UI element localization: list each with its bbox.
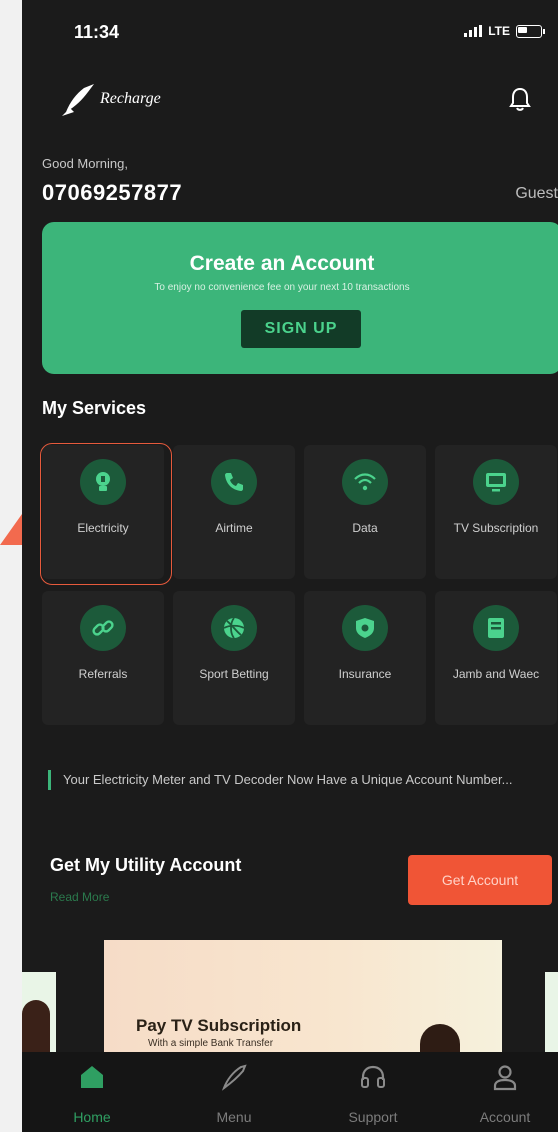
bell-icon[interactable] — [508, 86, 532, 112]
services-title: My Services — [42, 398, 147, 418]
greeting-text: Good Morning, — [42, 156, 128, 171]
link-icon — [80, 605, 126, 651]
service-insurance[interactable]: Insurance — [304, 591, 426, 725]
service-label: TV Subscription — [453, 521, 539, 535]
promo-title: Pay TV Subscription — [136, 1016, 302, 1035]
banner-subtitle: To enjoy no convenience fee on your next… — [154, 282, 410, 293]
home-icon — [81, 1066, 103, 1088]
brand-logo: Recharge — [62, 82, 161, 116]
nav-menu[interactable]: Menu — [179, 1062, 289, 1125]
banner-title: Create an Account — [189, 252, 375, 275]
service-airtime[interactable]: Airtime — [173, 445, 295, 579]
status-time: 11:34 — [74, 22, 120, 42]
electricity-highlight-frame — [40, 443, 172, 585]
promo-card-next[interactable] — [545, 972, 558, 1052]
brand-name: Recharge — [100, 90, 161, 107]
nav-label: Home — [73, 1109, 111, 1125]
service-sport-betting[interactable]: Sport Betting — [173, 591, 295, 725]
nav-support[interactable]: Support — [318, 1062, 428, 1125]
logo-icon — [62, 84, 94, 116]
service-label: Jamb and Waec — [452, 667, 540, 681]
phone-icon — [211, 459, 257, 505]
sign-up-button[interactable]: SIGN UP — [241, 310, 361, 348]
nav-home[interactable]: Home — [37, 1062, 147, 1125]
service-label: Insurance — [338, 667, 392, 681]
person-figure — [22, 1000, 50, 1052]
network-type: LTE — [488, 24, 510, 38]
service-label: Airtime — [215, 521, 253, 535]
service-label: Referrals — [78, 667, 128, 681]
nav-label: Menu — [216, 1109, 252, 1125]
utility-title: Get My Utility Account — [50, 855, 242, 875]
service-jamb-waec[interactable]: Jamb and Waec — [435, 591, 557, 725]
headphones-icon — [361, 1065, 385, 1088]
wifi-icon — [342, 459, 388, 505]
menu-icon — [221, 1064, 247, 1091]
get-account-button[interactable]: Get Account — [408, 855, 552, 905]
promo-subtitle: With a simple Bank Transfer — [148, 1038, 274, 1049]
tv-icon — [473, 459, 519, 505]
status-bar: 11:34 LTE — [22, 0, 558, 70]
battery-icon — [516, 24, 545, 38]
user-role: Guest — [515, 185, 558, 202]
create-account-banner: Create an Account To enjoy no convenienc… — [42, 222, 558, 374]
status-indicators: LTE — [464, 24, 545, 38]
promo-card[interactable]: Pay TV Subscription With a simple Bank T… — [104, 940, 502, 1064]
user-icon — [493, 1065, 517, 1091]
shield-icon — [342, 605, 388, 651]
service-label: Data — [352, 521, 378, 535]
read-more-link[interactable]: Read More — [50, 890, 109, 904]
service-data[interactable]: Data — [304, 445, 426, 579]
notice-text: Your Electricity Meter and TV Decoder No… — [48, 770, 543, 790]
ball-icon — [211, 605, 257, 651]
service-label: Sport Betting — [199, 667, 269, 681]
book-icon — [473, 605, 519, 651]
service-referrals[interactable]: Referrals — [42, 591, 164, 725]
signal-icon — [464, 25, 483, 37]
bottom-nav: Home Menu Support Account — [22, 1052, 558, 1132]
nav-label: Support — [348, 1109, 398, 1125]
nav-label: Account — [479, 1109, 531, 1125]
nav-account[interactable]: Account — [450, 1062, 558, 1125]
phone-screen: 11:34 LTE Recharge Good Morning, 0706925… — [22, 0, 558, 1132]
user-phone-number: 07069257877 — [42, 180, 183, 205]
promo-card-previous[interactable] — [22, 972, 56, 1052]
service-tv-subscription[interactable]: TV Subscription — [435, 445, 557, 579]
